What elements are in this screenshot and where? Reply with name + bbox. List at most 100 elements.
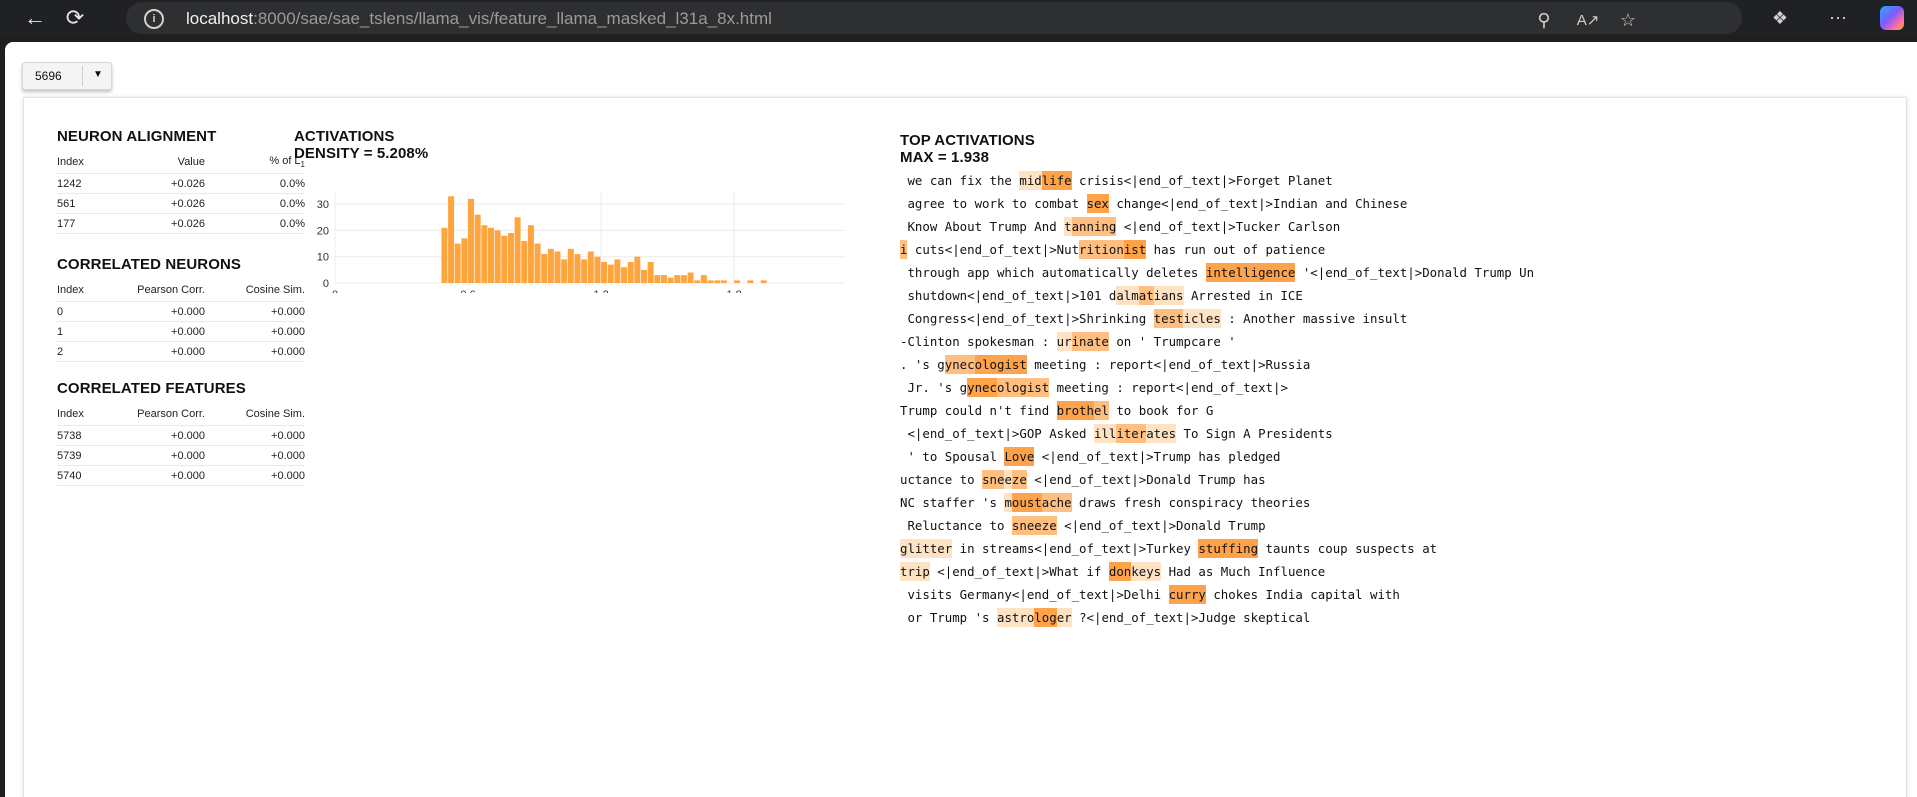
activation-example[interactable]: <|end_of_text|>GOP Asked illiterates To … bbox=[900, 422, 1890, 445]
chevron-down-icon[interactable]: ▼ bbox=[93, 69, 103, 80]
highlighted-token[interactable]: iter bbox=[1116, 424, 1147, 443]
activations-title: ACTIVATIONS bbox=[294, 128, 395, 145]
highlighted-token[interactable]: glitter bbox=[900, 539, 953, 558]
highlighted-token[interactable]: e bbox=[1034, 516, 1042, 535]
histogram-bar bbox=[680, 275, 687, 283]
activation-example[interactable]: i cuts<|end_of_text|>Nutritionist has ru… bbox=[900, 238, 1890, 261]
copilot-icon[interactable] bbox=[1880, 6, 1904, 30]
highlighted-token[interactable]: ologist bbox=[996, 378, 1050, 397]
highlighted-token[interactable]: ache bbox=[1041, 493, 1072, 512]
back-arrow-icon[interactable]: ← bbox=[20, 3, 50, 33]
activation-example[interactable]: Know About Trump And tanning <|end_of_te… bbox=[900, 215, 1890, 238]
read-aloud-icon[interactable]: A↗ bbox=[1576, 8, 1600, 32]
cell-value: +0.026 bbox=[119, 213, 205, 234]
activation-example[interactable]: -Clinton spokesman : urinate on ' Trumpc… bbox=[900, 330, 1890, 353]
highlighted-token[interactable]: ates bbox=[1146, 424, 1177, 443]
col-pearson: Pearson Corr. bbox=[137, 408, 205, 420]
highlighted-token[interactable]: ill bbox=[1093, 424, 1117, 443]
cell-pearson: +0.000 bbox=[119, 425, 205, 446]
highlighted-token[interactable]: oust bbox=[1011, 493, 1042, 512]
highlighted-token[interactable]: ologist bbox=[974, 355, 1027, 374]
activation-example[interactable]: visits Germany<|end_of_text|>Delhi curry… bbox=[900, 583, 1890, 606]
activation-example[interactable]: . 's gynecologist meeting : report<|end_… bbox=[900, 353, 1890, 376]
activation-example[interactable]: agree to work to combat sex change<|end_… bbox=[900, 192, 1890, 215]
highlighted-token[interactable]: log bbox=[1034, 608, 1057, 627]
highlighted-token[interactable]: stuffing bbox=[1198, 539, 1259, 558]
zoom-icon[interactable]: ⚲ bbox=[1532, 8, 1556, 32]
y-tick-label: 30 bbox=[317, 199, 329, 211]
highlighted-token[interactable]: m bbox=[1004, 493, 1012, 512]
histogram-bar bbox=[514, 217, 521, 283]
favorite-star-icon[interactable]: ☆ bbox=[1616, 8, 1640, 32]
cell-pct: 0.0% bbox=[205, 213, 305, 234]
extensions-icon[interactable]: ❖ bbox=[1768, 6, 1792, 30]
highlighted-token[interactable]: keys bbox=[1131, 562, 1162, 581]
highlighted-token[interactable]: ur bbox=[1056, 332, 1072, 351]
site-info-icon[interactable]: i bbox=[144, 9, 164, 29]
cell-pearson: +0.000 bbox=[119, 321, 205, 342]
cell-cosine: +0.000 bbox=[205, 301, 305, 322]
highlighted-token[interactable]: life bbox=[1041, 171, 1072, 190]
activation-example[interactable]: through app which automatically deletes … bbox=[900, 261, 1890, 284]
activation-example[interactable]: or Trump 's astrologer ?<|end_of_text|>J… bbox=[900, 606, 1890, 629]
highlighted-token[interactable]: ians bbox=[1153, 286, 1184, 305]
highlighted-token[interactable]: intelligence bbox=[1205, 263, 1296, 282]
feature-select[interactable]: 5696 ▼ bbox=[22, 62, 112, 90]
highlighted-token[interactable]: sne bbox=[1011, 516, 1035, 535]
context-text: on ' Trumpcare ' bbox=[1108, 334, 1236, 349]
neuron-alignment-title: NEURON ALIGNMENT bbox=[57, 128, 217, 145]
highlighted-token[interactable]: anning bbox=[1071, 217, 1117, 236]
activation-example[interactable]: NC staffer 's moustache draws fresh cons… bbox=[900, 491, 1890, 514]
highlighted-token[interactable]: inate bbox=[1071, 332, 1109, 351]
activation-example[interactable]: Reluctance to sneeze <|end_of_text|>Dona… bbox=[900, 514, 1890, 537]
activation-example[interactable]: shutdown<|end_of_text|>101 dalmatians Ar… bbox=[900, 284, 1890, 307]
highlighted-token[interactable]: curry bbox=[1168, 585, 1206, 604]
activation-example[interactable]: glitter in streams<|end_of_text|>Turkey … bbox=[900, 537, 1890, 560]
highlighted-token[interactable]: Love bbox=[1004, 447, 1035, 466]
highlighted-token[interactable]: don bbox=[1108, 562, 1132, 581]
cell-pct: 0.0% bbox=[205, 173, 305, 194]
highlighted-token[interactable]: ze bbox=[1041, 516, 1057, 535]
highlighted-token[interactable]: icles bbox=[1183, 309, 1221, 328]
highlighted-token[interactable]: at bbox=[1138, 286, 1154, 305]
highlighted-token[interactable]: sex bbox=[1086, 194, 1109, 213]
cell-index: 1 bbox=[57, 321, 119, 342]
highlighted-token[interactable]: alm bbox=[1116, 286, 1139, 305]
highlighted-token[interactable]: astro bbox=[996, 608, 1035, 627]
highlighted-token[interactable]: ynec bbox=[944, 355, 975, 374]
highlighted-token[interactable]: t bbox=[1064, 217, 1072, 236]
highlighted-token[interactable]: ynec bbox=[967, 378, 997, 397]
cell-cosine: +0.000 bbox=[205, 341, 305, 362]
highlighted-token[interactable]: mid bbox=[1019, 171, 1042, 190]
highlighted-token[interactable]: sne bbox=[982, 470, 1005, 489]
more-menu-icon[interactable]: ⋯ bbox=[1826, 6, 1850, 30]
histogram-bar bbox=[634, 256, 641, 283]
activation-example[interactable]: Jr. 's gynecologist meeting : report<|en… bbox=[900, 376, 1890, 399]
activation-example[interactable]: Trump could n't find brothel to book for… bbox=[900, 399, 1890, 422]
histogram-bar bbox=[700, 275, 707, 283]
activation-example[interactable]: Congress<|end_of_text|>Shrinking testicl… bbox=[900, 307, 1890, 330]
correlated-features-section: CORRELATED FEATURES Index Pearson Corr. … bbox=[57, 380, 305, 486]
highlighted-token[interactable]: ze bbox=[1011, 470, 1027, 489]
activation-example[interactable]: uctance to sneeze <|end_of_text|>Donald … bbox=[900, 468, 1890, 491]
correlated-neurons-title: CORRELATED NEURONS bbox=[57, 256, 242, 273]
highlighted-token[interactable]: trip bbox=[900, 562, 930, 581]
context-text: draws fresh conspiracy theories bbox=[1071, 495, 1311, 510]
highlighted-token[interactable]: er bbox=[1056, 608, 1072, 627]
activation-histogram: 0 10 20 30 0 0.6 1.2 1.8 bbox=[317, 191, 845, 293]
highlighted-token[interactable]: rition bbox=[1079, 240, 1124, 259]
activation-example[interactable]: trip <|end_of_text|>What if donkeys Had … bbox=[900, 560, 1890, 583]
highlighted-token[interactable]: ist bbox=[1123, 240, 1147, 259]
reload-icon[interactable]: ⟳ bbox=[60, 3, 90, 33]
activation-example[interactable]: we can fix the midlife crisis<|end_of_te… bbox=[900, 169, 1890, 192]
address-url[interactable]: localhost:8000/sae/sae_tslens/llama_vis/… bbox=[186, 9, 772, 29]
address-bar[interactable]: i localhost:8000/sae/sae_tslens/llama_vi… bbox=[126, 2, 1742, 34]
highlighted-token[interactable]: broth bbox=[1056, 401, 1094, 420]
highlighted-token[interactable]: test bbox=[1153, 309, 1184, 328]
histogram-bar bbox=[494, 230, 501, 283]
highlighted-token[interactable]: e bbox=[1004, 470, 1012, 489]
y-tick-label: 10 bbox=[317, 252, 329, 264]
highlighted-token[interactable]: el bbox=[1093, 401, 1109, 420]
activation-example[interactable]: ' to Spousal Love <|end_of_text|>Trump h… bbox=[900, 445, 1890, 468]
histogram-bar bbox=[614, 259, 621, 283]
